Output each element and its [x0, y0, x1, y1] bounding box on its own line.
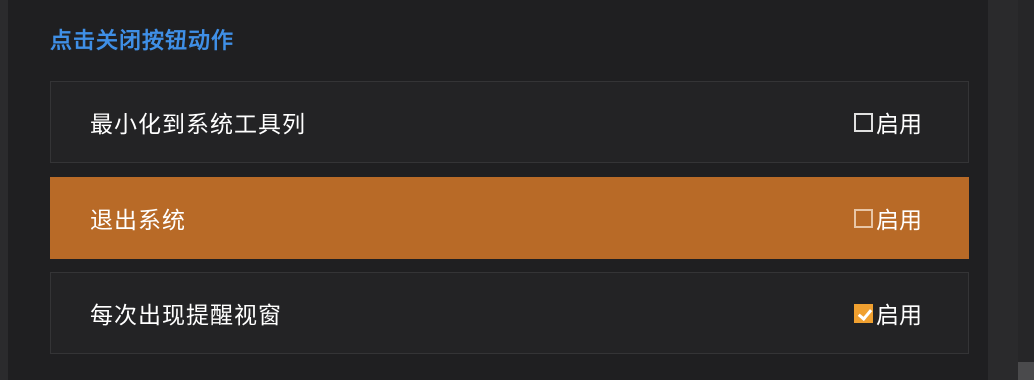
checkbox-checked-icon[interactable] — [854, 303, 873, 323]
option-label: 每次出现提醒视窗 — [90, 303, 282, 329]
option-row-exit-system[interactable]: 退出系统 启用 — [50, 177, 969, 259]
settings-panel: 点击关闭按钮动作 最小化到系统工具列 启用 退出系统 启用 每次出现提醒视窗 启… — [0, 0, 1034, 380]
scrollbar-thumb[interactable] — [1018, 362, 1034, 380]
enable-label: 启用 — [876, 303, 922, 329]
enable-checkbox-show-reminder[interactable]: 启用 — [854, 273, 922, 353]
enable-label: 启用 — [876, 208, 922, 234]
enable-label: 启用 — [876, 112, 922, 138]
option-label: 退出系统 — [90, 208, 186, 234]
option-label: 最小化到系统工具列 — [90, 112, 306, 138]
panel-left-edge — [0, 0, 8, 380]
scrollbar-track[interactable] — [988, 0, 1018, 380]
enable-checkbox-minimize-to-tray[interactable]: 启用 — [854, 82, 922, 162]
scrollbar[interactable] — [1018, 0, 1034, 380]
checkbox-icon[interactable] — [854, 112, 873, 132]
enable-checkbox-exit-system[interactable]: 启用 — [854, 178, 922, 258]
checkbox-icon[interactable] — [854, 208, 873, 228]
section-title: 点击关闭按钮动作 — [50, 29, 235, 54]
option-row-minimize-to-tray[interactable]: 最小化到系统工具列 启用 — [50, 81, 969, 163]
option-row-show-reminder[interactable]: 每次出现提醒视窗 启用 — [50, 272, 969, 354]
